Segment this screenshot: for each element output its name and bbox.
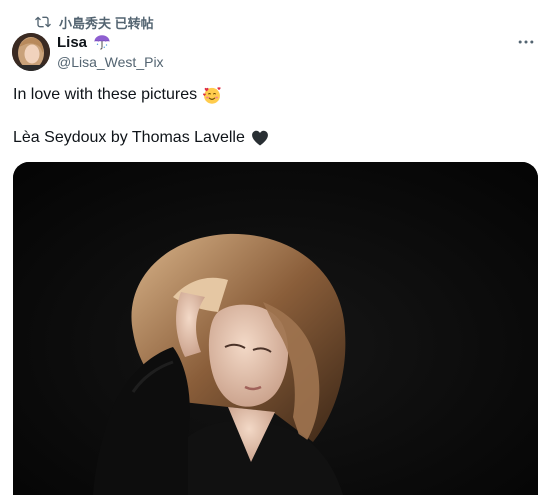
black-heart-icon: [251, 130, 268, 145]
more-dots-icon: [518, 40, 534, 44]
tweet-card[interactable]: 小島秀夫 已转帖 Lisa @Lisa_West_Pix In love wit…: [0, 0, 550, 495]
tweet-media-photo[interactable]: [13, 162, 538, 495]
photo-image: [13, 162, 538, 495]
retweet-indicator[interactable]: 小島秀夫 已转帖: [35, 12, 154, 32]
more-options-button[interactable]: [514, 32, 538, 52]
retweet-icon: [35, 16, 51, 28]
tweet-line-1-text: In love with these pictures: [13, 86, 198, 103]
retweet-label: 小島秀夫 已转帖: [59, 15, 154, 31]
tweet-text: In love with these pictures Lèa Seydoux …: [13, 84, 270, 148]
tweet-line-2: Lèa Seydoux by Thomas Lavelle: [13, 127, 270, 148]
author-name-row[interactable]: Lisa: [57, 33, 111, 51]
avatar-image: [12, 33, 50, 71]
author-display-name[interactable]: Lisa: [57, 34, 87, 51]
author-handle[interactable]: @Lisa_West_Pix: [57, 54, 164, 70]
tweet-line-1: In love with these pictures: [13, 84, 270, 105]
umbrella-icon: [94, 35, 110, 50]
smiling-face-with-hearts-icon: [203, 86, 221, 104]
tweet-line-2-text: Lèa Seydoux by Thomas Lavelle: [13, 129, 245, 146]
avatar[interactable]: [12, 33, 50, 71]
